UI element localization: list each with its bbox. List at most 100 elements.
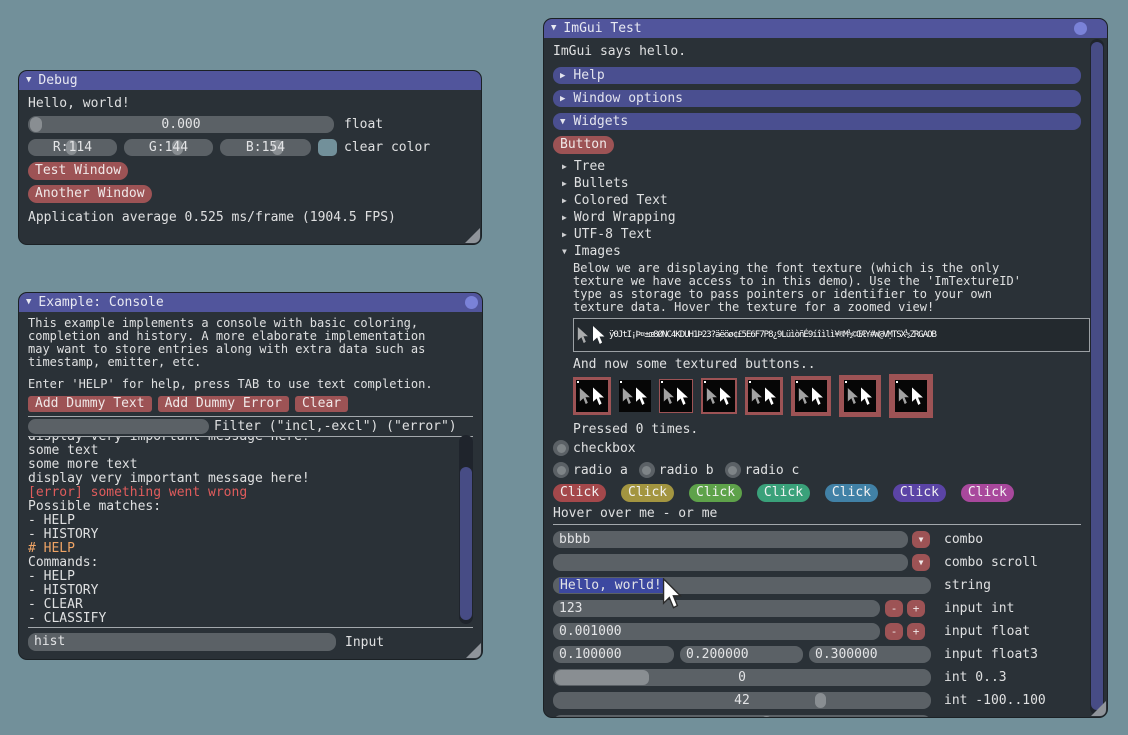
- image-button[interactable]: [701, 378, 737, 414]
- image-button[interactable]: [619, 380, 651, 412]
- tree-node-word-wrapping[interactable]: ▶ Word Wrapping: [553, 209, 1081, 226]
- clear-button[interactable]: Clear: [295, 396, 348, 412]
- string-input[interactable]: Hello, world!: [553, 577, 931, 594]
- click-button-2[interactable]: Click: [621, 484, 674, 502]
- image-button[interactable]: [573, 377, 611, 415]
- float3-y: 0.200000: [686, 646, 749, 663]
- resize-grip-icon[interactable]: [466, 643, 481, 658]
- click-button-5[interactable]: Click: [825, 484, 878, 502]
- header-help[interactable]: ▶ Help: [553, 67, 1081, 84]
- float-input[interactable]: 0.001000: [553, 623, 880, 640]
- click-button-1[interactable]: Click: [553, 484, 606, 502]
- tree-label: Images: [574, 244, 621, 259]
- slider-int-b-label: int -100..100: [944, 693, 1046, 708]
- click-button-6[interactable]: Click: [893, 484, 946, 502]
- test-window-button[interactable]: Test Window: [28, 162, 128, 180]
- combo-box[interactable]: bbbb: [553, 531, 908, 548]
- click-button-7[interactable]: Click: [961, 484, 1014, 502]
- texture-glyph-row: ÿ0JtI¡Þ¤±œ8ØNC4KDUH1Þ23?äëöø¢£5E6F7P8¿9L…: [609, 331, 954, 340]
- hover-text[interactable]: Hover over me - or me: [553, 507, 1081, 520]
- string-value: Hello, world!: [559, 578, 663, 593]
- minus-icon[interactable]: -: [885, 600, 903, 617]
- console-input[interactable]: hist: [28, 633, 336, 651]
- add-dummy-error-button[interactable]: Add Dummy Error: [158, 396, 289, 412]
- tree-label: Word Wrapping: [574, 210, 676, 225]
- log-line: - HISTORY: [28, 584, 473, 598]
- image-button[interactable]: [839, 375, 881, 417]
- resize-grip-icon[interactable]: [1091, 701, 1106, 716]
- close-icon[interactable]: [1074, 22, 1087, 35]
- clear-color-swatch[interactable]: [318, 139, 337, 156]
- tree-label: Bullets: [574, 176, 629, 191]
- tree-node-bullets[interactable]: ▶ Bullets: [553, 175, 1081, 192]
- log-line: - CLASSIFY: [28, 612, 473, 626]
- tree-node-tree[interactable]: ▶ Tree: [553, 158, 1081, 175]
- float3-input-y[interactable]: 0.200000: [680, 646, 803, 663]
- console-log[interactable]: display very important message here! som…: [28, 437, 473, 627]
- triangle-right-icon: ▶: [562, 213, 567, 222]
- font-texture-image[interactable]: ýÇf}-{ÿj()[]‖%ÝBÑòÛôóÃÄÅÀô½¼ÙÚŽŠÅÉÊ/å|ÈÞ…: [573, 318, 1090, 352]
- log-line: some text: [28, 444, 473, 458]
- chevron-down-icon[interactable]: ▼: [912, 554, 930, 571]
- float-slider[interactable]: 1.123: [553, 715, 931, 718]
- tree-node-colored-text[interactable]: ▶ Colored Text: [553, 192, 1081, 209]
- textured-buttons-row: [573, 372, 1081, 420]
- int-slider[interactable]: 0: [553, 669, 931, 686]
- console-scrollbar[interactable]: [459, 435, 473, 624]
- combo-scroll-box[interactable]: [553, 554, 908, 571]
- float3-x: 0.100000: [559, 646, 622, 663]
- int-value: 123: [559, 600, 582, 617]
- click-button-4[interactable]: Click: [757, 484, 810, 502]
- float-slider[interactable]: 0.000: [28, 116, 334, 133]
- checkbox[interactable]: [553, 440, 569, 456]
- radio-button-b[interactable]: [639, 462, 655, 478]
- debug-titlebar[interactable]: ▼ Debug: [19, 71, 481, 90]
- resize-grip-icon[interactable]: [465, 228, 480, 243]
- close-icon[interactable]: [465, 296, 478, 309]
- radio-button-a[interactable]: [553, 462, 569, 478]
- image-button[interactable]: [745, 377, 783, 415]
- plus-icon[interactable]: +: [907, 600, 925, 617]
- imgui-test-titlebar[interactable]: ▼ ImGui Test: [544, 19, 1107, 38]
- scrollbar-thumb[interactable]: [1091, 42, 1103, 710]
- imgui-test-scrollbar[interactable]: [1090, 39, 1104, 715]
- input-float-label: input float: [944, 624, 1030, 639]
- triangle-right-icon: ▶: [562, 230, 567, 239]
- collapse-arrow-icon[interactable]: ▼: [26, 298, 31, 307]
- console-titlebar[interactable]: ▼ Example: Console: [19, 293, 482, 312]
- minus-icon[interactable]: -: [885, 623, 903, 640]
- int-slider[interactable]: 42: [553, 692, 931, 709]
- color-b-slider[interactable]: B:154: [220, 139, 311, 156]
- chevron-down-icon[interactable]: ▼: [912, 531, 930, 548]
- image-button[interactable]: [791, 376, 831, 416]
- image-button[interactable]: [889, 374, 933, 418]
- float3-input-x[interactable]: 0.100000: [553, 646, 674, 663]
- radio-button-c[interactable]: [725, 462, 741, 478]
- color-r-slider[interactable]: R:114: [28, 139, 117, 156]
- header-window-options[interactable]: ▶ Window options: [553, 90, 1081, 107]
- add-dummy-text-button[interactable]: Add Dummy Text: [28, 396, 152, 412]
- log-line: - HISTORY: [28, 528, 473, 542]
- tree-node-utf8-text[interactable]: ▶ UTF-8 Text: [553, 226, 1081, 243]
- tree-node-images[interactable]: ▼ Images: [553, 243, 1081, 260]
- float3-input-z[interactable]: 0.300000: [809, 646, 931, 663]
- input-int-row: 123 - + input int: [553, 600, 1081, 617]
- window-title: Example: Console: [38, 295, 163, 310]
- plus-icon[interactable]: +: [907, 623, 925, 640]
- another-window-button[interactable]: Another Window: [28, 185, 152, 203]
- color-g-slider[interactable]: G:144: [124, 139, 213, 156]
- image-button[interactable]: [659, 379, 693, 413]
- collapse-arrow-icon[interactable]: ▼: [26, 76, 31, 85]
- click-button-3[interactable]: Click: [689, 484, 742, 502]
- input-float-row: 0.001000 - + input float: [553, 623, 1081, 640]
- slider-value: 0.000: [28, 116, 334, 133]
- images-text-line: texture data. Hover the texture for a zo…: [573, 301, 1081, 314]
- slider-int-a-row: 0 int 0..3: [553, 669, 1081, 686]
- collapse-arrow-icon[interactable]: ▼: [551, 24, 556, 33]
- scrollbar-thumb[interactable]: [460, 467, 472, 620]
- filter-input[interactable]: [28, 419, 209, 434]
- header-label: Help: [573, 68, 604, 83]
- button-widget[interactable]: Button: [553, 136, 614, 154]
- header-widgets[interactable]: ▼ Widgets: [553, 113, 1081, 130]
- int-input[interactable]: 123: [553, 600, 880, 617]
